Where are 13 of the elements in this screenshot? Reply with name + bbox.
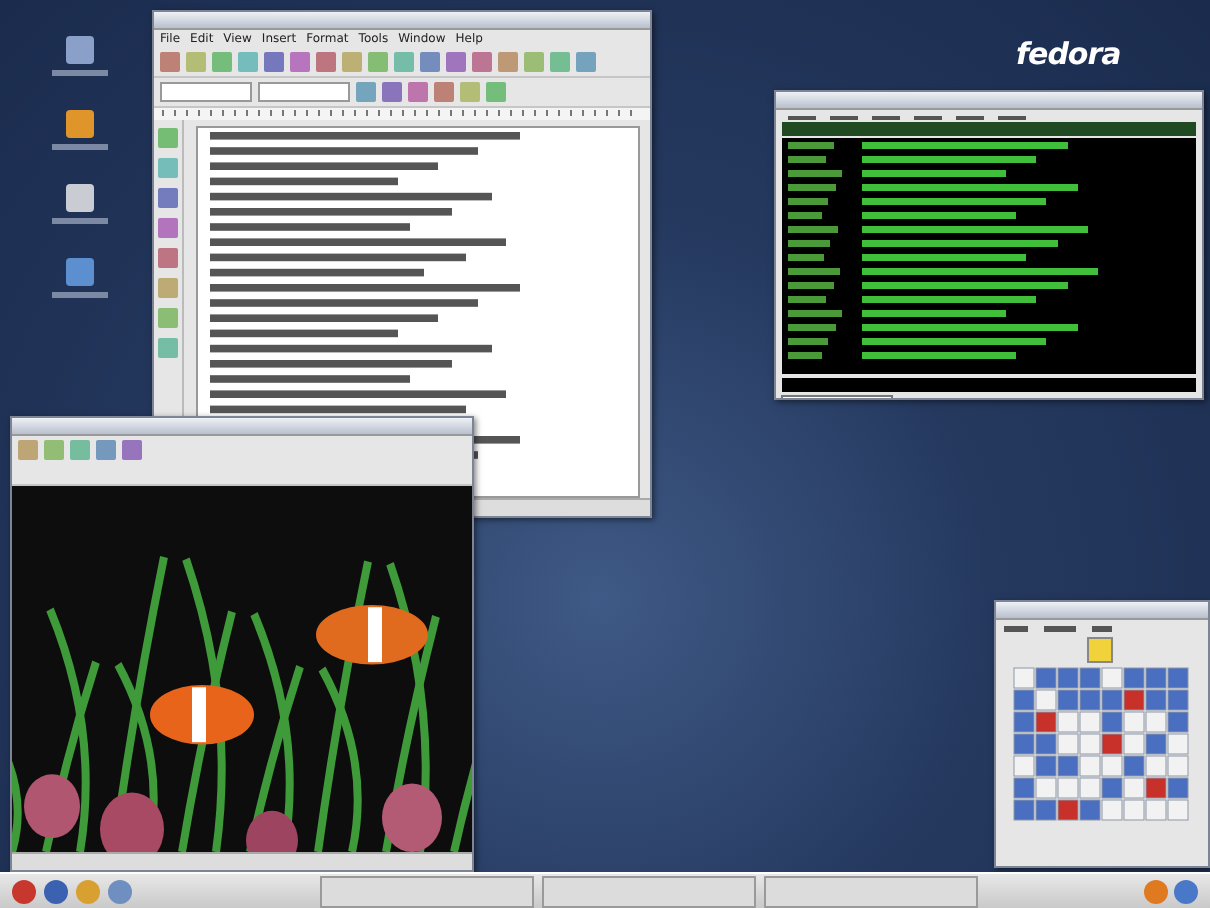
tray-icon[interactable] bbox=[1174, 879, 1198, 903]
launcher-icon[interactable] bbox=[108, 879, 132, 903]
launcher-icon[interactable] bbox=[12, 879, 36, 903]
style-field[interactable] bbox=[160, 82, 252, 102]
font-field[interactable] bbox=[258, 82, 350, 102]
launcher-icon[interactable] bbox=[44, 879, 68, 903]
tray-icon[interactable] bbox=[1144, 879, 1168, 903]
tab-bar[interactable] bbox=[782, 121, 1196, 136]
task-button[interactable] bbox=[320, 875, 534, 907]
task-button[interactable] bbox=[542, 875, 756, 907]
fedora-logo: fedora bbox=[1016, 36, 1121, 72]
command-input-drawing[interactable] bbox=[776, 373, 1202, 398]
task-button[interactable] bbox=[764, 875, 978, 907]
